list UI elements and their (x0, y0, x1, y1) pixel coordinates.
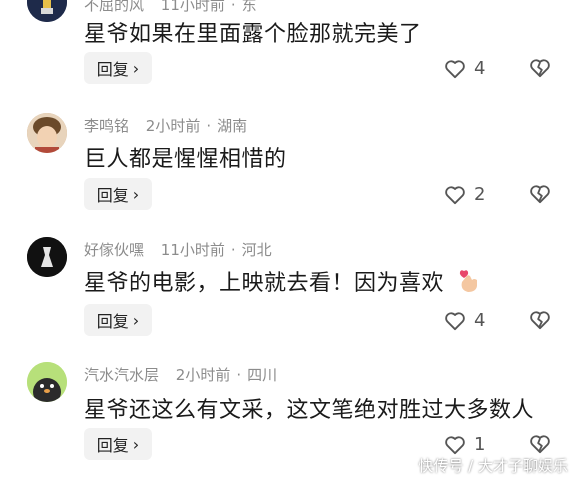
chevron-right-icon: › (132, 434, 140, 454)
username[interactable]: 不屈的风 (84, 0, 144, 14)
username[interactable]: 汽水汽水层 (84, 366, 159, 384)
comment-text-content: 星爷的电影，上映就去看！因为喜欢 (84, 271, 445, 296)
comment-text: 星爷的电影，上映就去看！因为喜欢 (84, 265, 482, 297)
heart-outline-icon (445, 311, 465, 330)
reply-label: 回复 (96, 60, 129, 79)
dislike-button[interactable] (529, 310, 551, 334)
comment-time: 2小时前 (145, 117, 201, 135)
chevron-right-icon: › (132, 58, 140, 78)
avatar[interactable] (27, 362, 67, 402)
like-button[interactable]: 1 (444, 434, 485, 455)
comment-text: 巨人都是惺惺相惜的 (84, 147, 287, 172)
broken-heart-icon (530, 59, 550, 78)
avatar[interactable] (27, 113, 67, 153)
avatar[interactable] (27, 0, 67, 22)
broken-heart-icon (530, 185, 550, 204)
reply-label: 回复 (96, 436, 129, 455)
like-count: 2 (474, 184, 486, 205)
comment-meta: 不屈的风 11小时前 · 东 (84, 0, 257, 15)
meta-separator: · (230, 0, 236, 14)
like-button[interactable]: 4 (444, 58, 485, 79)
comment-text: 星爷还这么有文采，这文笔绝对胜过大多数人 (84, 398, 535, 423)
comment-location: 四川 (247, 366, 278, 384)
chevron-right-icon: › (132, 310, 140, 330)
meta-separator: · (236, 366, 242, 384)
comment-meta: 好傢伙嘿 11小时前 · 河北 (84, 239, 272, 260)
like-button[interactable]: 2 (444, 184, 485, 205)
comment-location: 东 (241, 0, 257, 14)
dark-figure-avatar-image (27, 237, 67, 277)
comment-meta: 汽水汽水层 2小时前 · 四川 (84, 364, 277, 385)
reply-button[interactable]: 回复 › (84, 178, 152, 210)
finger-heart-emoji (459, 270, 477, 292)
reply-label: 回复 (96, 186, 129, 205)
dislike-button[interactable] (529, 184, 551, 208)
comment-time: 11小时前 (160, 241, 225, 259)
paintbrush-avatar-image (27, 0, 67, 22)
child-photo-avatar-image (27, 113, 67, 153)
dislike-button[interactable] (529, 58, 551, 82)
broken-heart-icon (530, 435, 550, 454)
heart-outline-icon (445, 435, 465, 454)
like-count: 1 (474, 434, 486, 455)
chevron-right-icon: › (132, 184, 140, 204)
comment-location: 湖南 (217, 117, 248, 135)
mole-avatar-image (27, 362, 67, 402)
comment-time: 11小时前 (160, 0, 225, 14)
meta-separator: · (230, 241, 236, 259)
reply-label: 回复 (96, 312, 129, 331)
like-button[interactable]: 4 (444, 310, 485, 331)
reply-button[interactable]: 回复 › (84, 52, 152, 84)
comment-time: 2小时前 (175, 366, 231, 384)
username[interactable]: 李鸣铭 (84, 117, 129, 135)
reply-button[interactable]: 回复 › (84, 428, 152, 460)
heart-outline-icon (445, 185, 465, 204)
like-count: 4 (474, 310, 486, 331)
avatar[interactable] (27, 237, 67, 277)
comment-meta: 李鸣铭 2小时前 · 湖南 (84, 115, 247, 136)
username[interactable]: 好傢伙嘿 (84, 241, 144, 259)
comment-location: 河北 (241, 241, 272, 259)
comment-text: 星爷如果在里面露个脸那就完美了 (84, 22, 422, 47)
heart-outline-icon (445, 59, 465, 78)
meta-separator: · (206, 117, 212, 135)
like-count: 4 (474, 58, 486, 79)
watermark: 快传号 / 大才子聊娱乐 (418, 457, 568, 475)
reply-button[interactable]: 回复 › (84, 304, 152, 336)
broken-heart-icon (530, 311, 550, 330)
